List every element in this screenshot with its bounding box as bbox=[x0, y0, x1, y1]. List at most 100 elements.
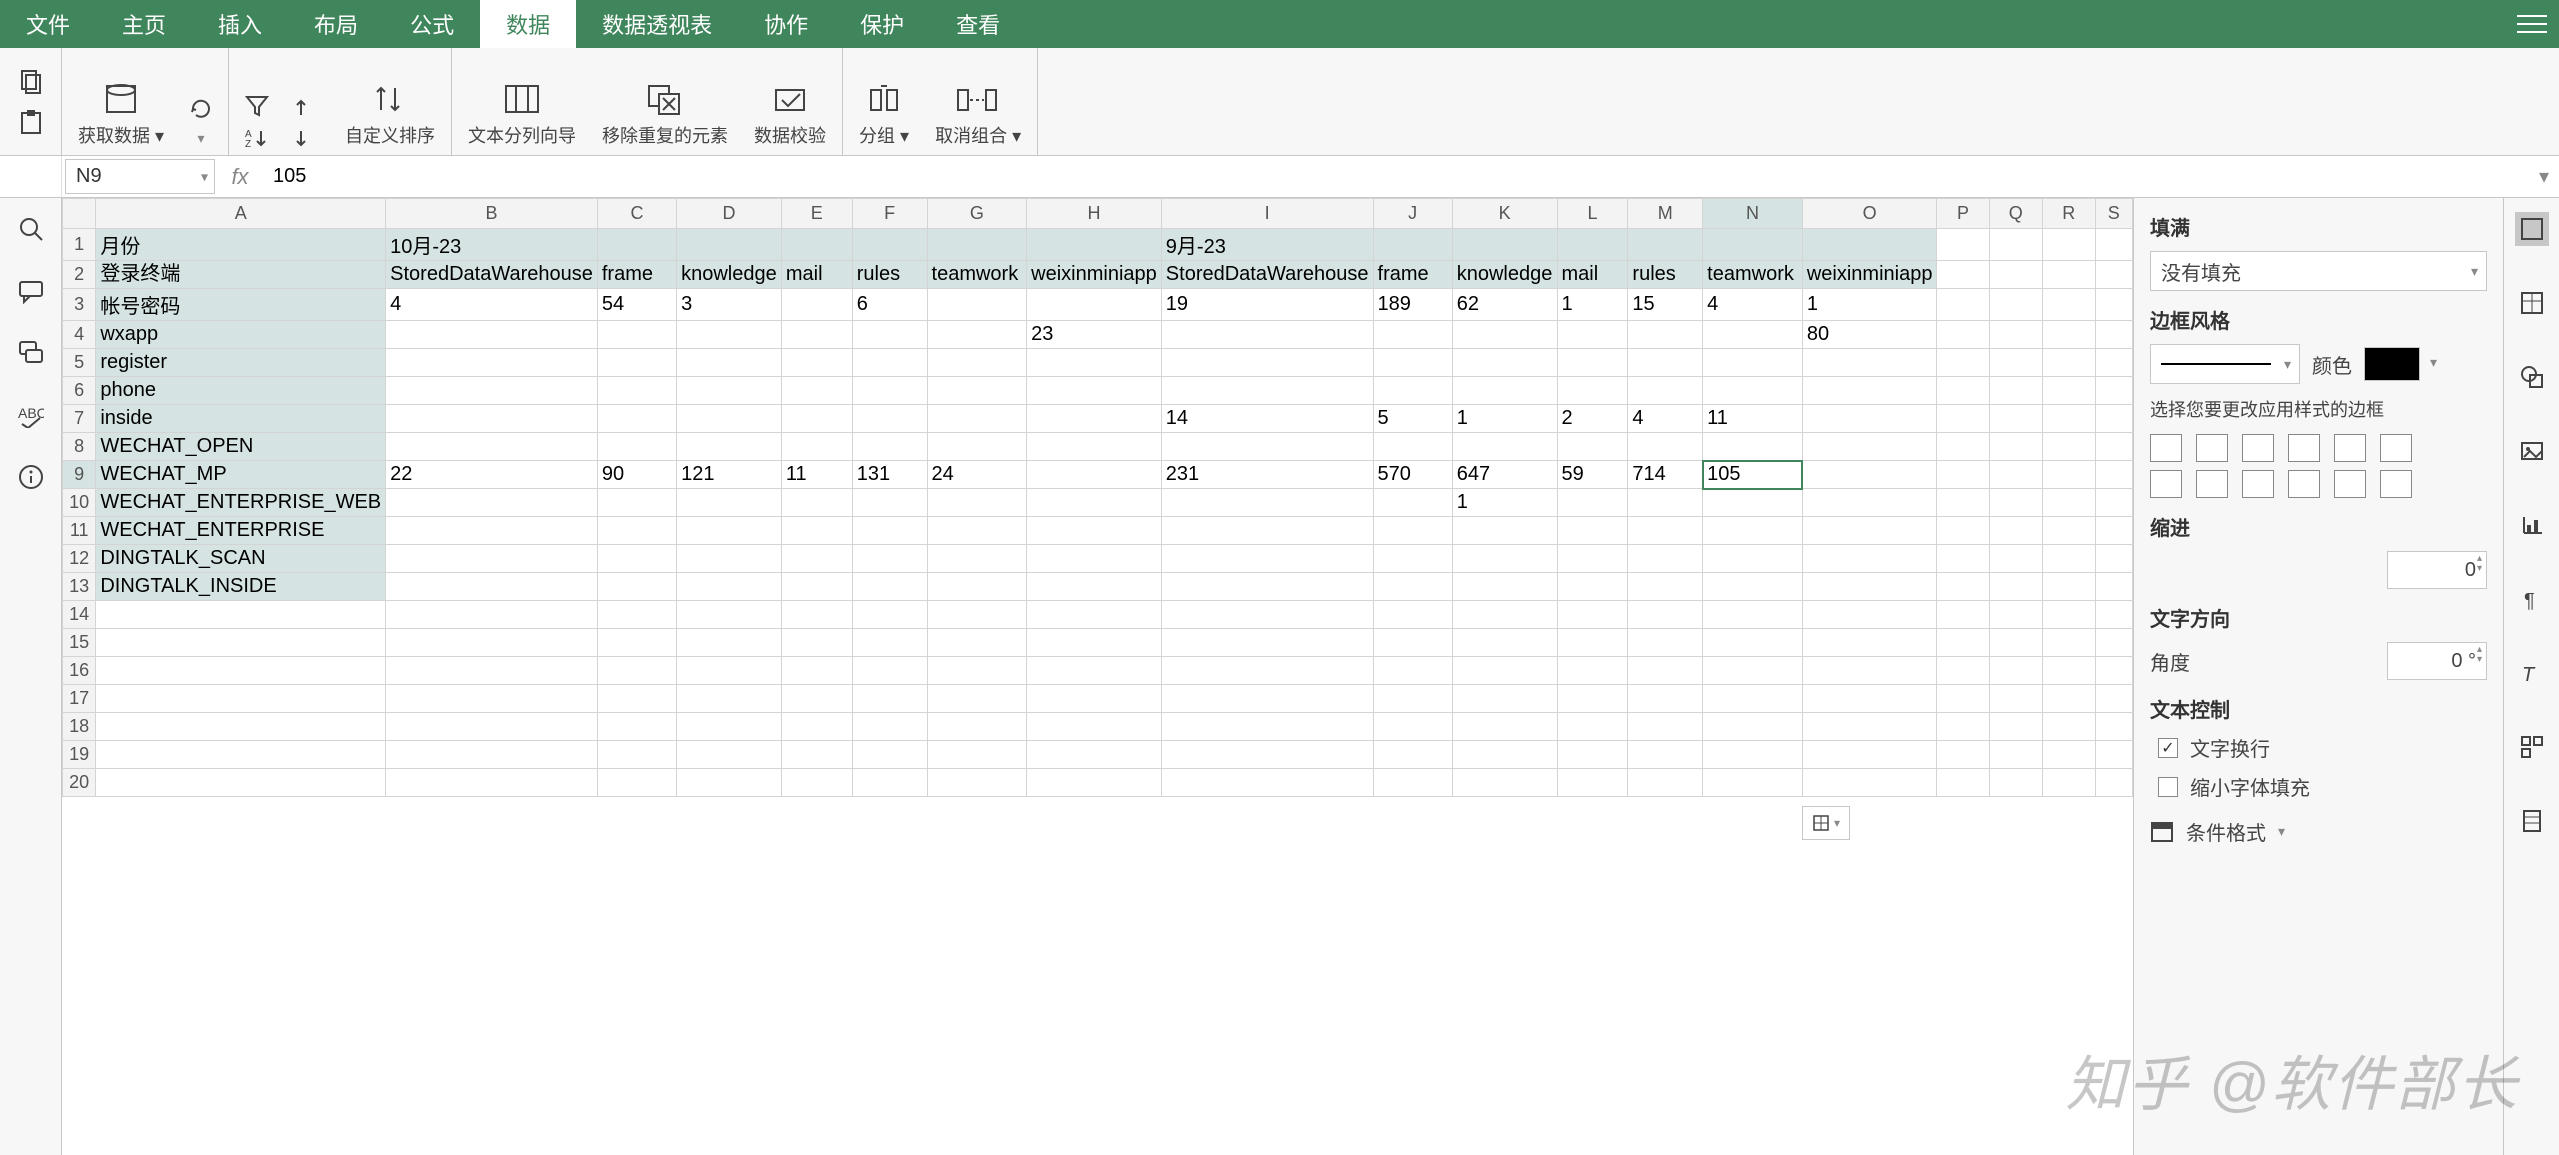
cell-J9[interactable]: 570 bbox=[1373, 461, 1452, 489]
cell-L5[interactable] bbox=[1557, 349, 1628, 377]
cell-H1[interactable] bbox=[1027, 229, 1162, 261]
cell-P1[interactable] bbox=[1937, 229, 1989, 261]
cell-K10[interactable]: 1 bbox=[1452, 489, 1557, 517]
cell-N2[interactable]: teamwork bbox=[1703, 261, 1803, 289]
slicer-icon[interactable] bbox=[2515, 804, 2549, 838]
cell-A5[interactable]: register bbox=[96, 349, 386, 377]
cell-B10[interactable] bbox=[386, 489, 598, 517]
cell-K17[interactable] bbox=[1452, 685, 1557, 713]
spreadsheet[interactable]: ABCDEFGHIJKLMNOPQRS1月份10月-239月-232登录终端St… bbox=[62, 198, 2133, 1155]
cell-M7[interactable]: 4 bbox=[1628, 405, 1703, 433]
row-header-12[interactable]: 12 bbox=[63, 545, 96, 573]
cell-L13[interactable] bbox=[1557, 573, 1628, 601]
cell-J7[interactable]: 5 bbox=[1373, 405, 1452, 433]
cell-L11[interactable] bbox=[1557, 517, 1628, 545]
cell-N10[interactable] bbox=[1703, 489, 1803, 517]
cell-O9[interactable] bbox=[1802, 461, 1937, 489]
indent-stepper[interactable]: 0 ▴▾ bbox=[2387, 551, 2487, 589]
cell-R2[interactable] bbox=[2042, 261, 2095, 289]
cell-A20[interactable] bbox=[96, 769, 386, 797]
paste-icon[interactable] bbox=[18, 109, 44, 135]
border-all-icon[interactable] bbox=[2150, 434, 2182, 462]
cell-A1[interactable]: 月份 bbox=[96, 229, 386, 261]
cell-C4[interactable] bbox=[597, 321, 676, 349]
row-header-20[interactable]: 20 bbox=[63, 769, 96, 797]
cell-I17[interactable] bbox=[1161, 685, 1373, 713]
col-header-K[interactable]: K bbox=[1452, 199, 1557, 229]
cell-H3[interactable] bbox=[1027, 289, 1162, 321]
tab-主页[interactable]: 主页 bbox=[96, 0, 192, 48]
cell-Q15[interactable] bbox=[1989, 629, 2042, 657]
cell-I7[interactable]: 14 bbox=[1161, 405, 1373, 433]
cell-A8[interactable]: WECHAT_OPEN bbox=[96, 433, 386, 461]
cell-N6[interactable] bbox=[1703, 377, 1803, 405]
wrap-checkbox[interactable]: ✓ 文字换行 bbox=[2158, 733, 2487, 762]
cell-D12[interactable] bbox=[677, 545, 782, 573]
cell-O12[interactable] bbox=[1802, 545, 1937, 573]
cell-Q5[interactable] bbox=[1989, 349, 2042, 377]
col-header-R[interactable]: R bbox=[2042, 199, 2095, 229]
cell-B12[interactable] bbox=[386, 545, 598, 573]
cell-J20[interactable] bbox=[1373, 769, 1452, 797]
cell-O16[interactable] bbox=[1802, 657, 1937, 685]
cell-B2[interactable]: StoredDataWarehouse bbox=[386, 261, 598, 289]
cell-F20[interactable] bbox=[852, 769, 927, 797]
image-icon[interactable] bbox=[2515, 434, 2549, 468]
cell-B7[interactable] bbox=[386, 405, 598, 433]
cell-R17[interactable] bbox=[2042, 685, 2095, 713]
cell-O17[interactable] bbox=[1802, 685, 1937, 713]
cell-E1[interactable] bbox=[781, 229, 852, 261]
row-header-16[interactable]: 16 bbox=[63, 657, 96, 685]
cell-R15[interactable] bbox=[2042, 629, 2095, 657]
tab-插入[interactable]: 插入 bbox=[192, 0, 288, 48]
cell-D20[interactable] bbox=[677, 769, 782, 797]
cell-Q19[interactable] bbox=[1989, 741, 2042, 769]
col-header-O[interactable]: O bbox=[1802, 199, 1937, 229]
cell-E10[interactable] bbox=[781, 489, 852, 517]
cell-D9[interactable]: 121 bbox=[677, 461, 782, 489]
cell-P18[interactable] bbox=[1937, 713, 1989, 741]
cell-P14[interactable] bbox=[1937, 601, 1989, 629]
cell-G18[interactable] bbox=[927, 713, 1027, 741]
cell-H16[interactable] bbox=[1027, 657, 1162, 685]
cell-R12[interactable] bbox=[2042, 545, 2095, 573]
cell-H10[interactable] bbox=[1027, 489, 1162, 517]
cell-P5[interactable] bbox=[1937, 349, 1989, 377]
cell-E8[interactable] bbox=[781, 433, 852, 461]
cell-G4[interactable] bbox=[927, 321, 1027, 349]
tab-文件[interactable]: 文件 bbox=[0, 0, 96, 48]
cell-J11[interactable] bbox=[1373, 517, 1452, 545]
cell-B9[interactable]: 22 bbox=[386, 461, 598, 489]
cell-G16[interactable] bbox=[927, 657, 1027, 685]
cell-M16[interactable] bbox=[1628, 657, 1703, 685]
cell-A7[interactable]: inside bbox=[96, 405, 386, 433]
cell-F15[interactable] bbox=[852, 629, 927, 657]
cell-N9[interactable]: 105 bbox=[1703, 461, 1803, 489]
cell-S10[interactable] bbox=[2095, 489, 2132, 517]
cell-Q12[interactable] bbox=[1989, 545, 2042, 573]
angle-stepper[interactable]: 0 ° ▴▾ bbox=[2387, 642, 2487, 680]
cell-G2[interactable]: teamwork bbox=[927, 261, 1027, 289]
cell-I4[interactable] bbox=[1161, 321, 1373, 349]
cell-G17[interactable] bbox=[927, 685, 1027, 713]
fill-select[interactable]: 没有填充 ▾ bbox=[2150, 251, 2487, 291]
cell-N1[interactable] bbox=[1703, 229, 1803, 261]
cell-F13[interactable] bbox=[852, 573, 927, 601]
cell-E11[interactable] bbox=[781, 517, 852, 545]
cell-P2[interactable] bbox=[1937, 261, 1989, 289]
cell-O18[interactable] bbox=[1802, 713, 1937, 741]
cell-E20[interactable] bbox=[781, 769, 852, 797]
cell-J19[interactable] bbox=[1373, 741, 1452, 769]
cell-P12[interactable] bbox=[1937, 545, 1989, 573]
cell-N19[interactable] bbox=[1703, 741, 1803, 769]
border-color-picker[interactable] bbox=[2364, 347, 2420, 381]
cell-P13[interactable] bbox=[1937, 573, 1989, 601]
cell-N8[interactable] bbox=[1703, 433, 1803, 461]
border-line-select[interactable]: ▾ bbox=[2150, 344, 2300, 384]
cell-H2[interactable]: weixinminiapp bbox=[1027, 261, 1162, 289]
cell-A3[interactable]: 帐号密码 bbox=[96, 289, 386, 321]
cell-H14[interactable] bbox=[1027, 601, 1162, 629]
cell-J4[interactable] bbox=[1373, 321, 1452, 349]
cell-O13[interactable] bbox=[1802, 573, 1937, 601]
cell-M18[interactable] bbox=[1628, 713, 1703, 741]
